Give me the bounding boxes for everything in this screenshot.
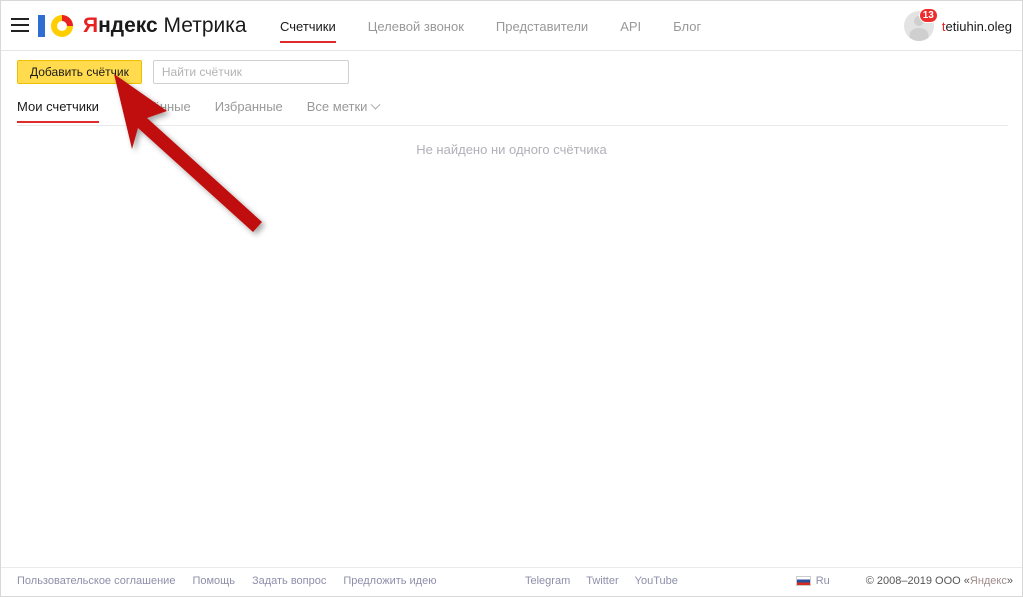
empty-state-message: Не найдено ни одного счётчика <box>416 142 607 157</box>
copyright-brand: Яндекс <box>969 575 1007 587</box>
app-footer: Пользовательское соглашение Помощь Задат… <box>1 567 1022 596</box>
avatar[interactable]: 13 <box>903 8 938 41</box>
nav-item-representatives[interactable]: Представители <box>480 1 604 51</box>
main-navigation: Счетчики Целевой звонок Представители AP… <box>264 1 717 51</box>
copyright-suffix: » <box>1006 575 1013 587</box>
language-switcher[interactable]: Ru <box>795 575 830 587</box>
counters-tabs: Мои счетчики Удалённые Избранные Все мет… <box>17 99 403 123</box>
metrika-page: Яндекс Метрика Счетчики Целевой звонок П… <box>0 0 1023 597</box>
logo-bar-shape <box>38 15 45 37</box>
tab-deleted-label: Удалённые <box>122 99 191 114</box>
footer-links-group: Пользовательское соглашение Помощь Задат… <box>17 575 436 587</box>
footer-link-user-agreement[interactable]: Пользовательское соглашение <box>17 575 175 587</box>
tab-all-labels-label: Все метки <box>306 99 368 114</box>
russia-flag-icon <box>795 576 811 586</box>
footer-link-telegram[interactable]: Telegram <box>525 575 570 587</box>
footer-link-help[interactable]: Помощь <box>192 575 235 587</box>
footer-social-group: Telegram Twitter YouTube <box>525 575 678 587</box>
copyright-prefix: © 2008–2019 ООО « <box>865 575 970 587</box>
nav-item-target-call[interactable]: Целевой звонок <box>352 1 480 51</box>
burger-line <box>11 18 29 20</box>
tab-all-labels[interactable]: Все метки <box>306 99 381 123</box>
burger-line <box>11 30 29 32</box>
content-divider <box>17 125 1008 126</box>
language-label: Ru <box>815 575 830 587</box>
username-rest: etiuhin.oleg <box>945 18 1013 34</box>
annotation-arrow-overlay <box>114 74 262 232</box>
logo-text: Яндекс Метрика <box>83 14 247 38</box>
logo-donut-shape <box>51 15 73 37</box>
logo-product: Метрика <box>157 14 247 37</box>
burger-line <box>11 24 29 26</box>
logo-ya: Я <box>83 14 99 37</box>
tab-my-counters[interactable]: Мои счетчики <box>17 99 99 123</box>
footer-right-group: Ru © 2008–2019 ООО «Яндекс» <box>795 575 1013 587</box>
tab-my-counters-label: Мои счетчики <box>17 99 99 114</box>
copyright-text: © 2008–2019 ООО «Яндекс» <box>866 575 1013 587</box>
logo-ndex: ндекс <box>98 14 158 37</box>
search-counter-input[interactable] <box>152 60 349 84</box>
metrika-donut-icon <box>37 13 79 39</box>
footer-link-suggest-idea[interactable]: Предложить идею <box>343 575 436 587</box>
notification-badge[interactable]: 13 <box>918 8 938 23</box>
username-label: tetiuhin.oleg <box>942 19 1012 34</box>
chevron-down-icon <box>370 99 381 110</box>
footer-link-ask-question[interactable]: Задать вопрос <box>252 575 326 587</box>
user-account-menu[interactable]: 13 tetiuhin.oleg <box>903 8 1012 42</box>
footer-link-youtube[interactable]: YouTube <box>635 575 678 587</box>
footer-link-twitter[interactable]: Twitter <box>586 575 618 587</box>
nav-item-blog[interactable]: Блог <box>657 1 717 51</box>
tab-deleted[interactable]: Удалённые <box>123 99 191 123</box>
nav-item-counters[interactable]: Счетчики <box>264 1 352 51</box>
hamburger-menu-icon[interactable] <box>11 18 29 32</box>
app-header: Яндекс Метрика Счетчики Целевой звонок П… <box>1 1 1022 51</box>
tab-favorites[interactable]: Избранные <box>215 99 283 123</box>
yandex-metrika-logo[interactable]: Яндекс Метрика <box>37 10 247 42</box>
counters-toolbar: Добавить счётчик <box>17 60 349 84</box>
add-counter-button[interactable]: Добавить счётчик <box>17 60 142 84</box>
tab-favorites-label: Избранные <box>214 99 283 114</box>
nav-item-api[interactable]: API <box>604 1 657 51</box>
